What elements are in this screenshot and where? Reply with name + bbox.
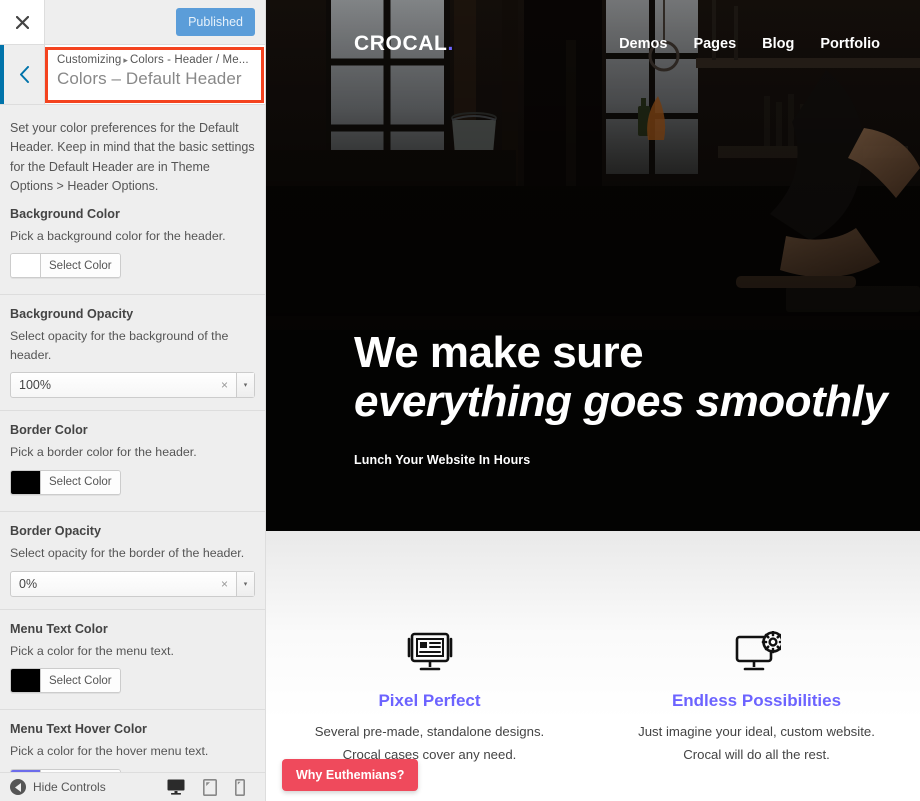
customizer-footer: Hide Controls xyxy=(0,772,265,801)
feature-title: Endless Possibilities xyxy=(671,691,842,710)
control-help: Select opacity for the border of the hea… xyxy=(10,545,245,560)
features-section: Pixel Perfect Several pre-made, standalo… xyxy=(266,531,920,801)
hero-section: CROCAL. Demos Pages Blog Portfolio We ma… xyxy=(266,0,920,531)
panel-titles: Customizing ▸ Colors - Header / Me... Colo… xyxy=(45,45,265,104)
control-label: Background Opacity xyxy=(10,307,134,322)
control-label: Background Color xyxy=(10,206,120,221)
nav-item-demos[interactable]: Demos xyxy=(619,36,667,52)
feature-line-1: Just imagine your ideal, custom website. xyxy=(638,724,875,739)
feature-endless-possibilities: Endless Possibilities Just imagine your … xyxy=(593,629,920,801)
background-opacity-select[interactable]: 100% × ▾ xyxy=(10,372,255,399)
control-label: Border Color xyxy=(10,423,88,438)
control-help: Pick a color for the menu text. xyxy=(10,643,174,658)
hero-headline-line2: everything goes smoothly xyxy=(354,376,888,426)
tablet-icon[interactable] xyxy=(203,778,217,796)
control-help: Pick a background color for the header. xyxy=(10,228,226,243)
color-swatch xyxy=(11,470,41,494)
color-swatch xyxy=(11,254,41,278)
control-border-opacity: Border Opacity Select opacity for the bo… xyxy=(0,524,265,610)
chevron-down-icon[interactable]: ▾ xyxy=(236,571,254,596)
breadcrumb-separator-icon: ▸ xyxy=(123,55,128,65)
why-euthemians-button[interactable]: Why Euthemians? xyxy=(282,759,419,791)
clear-icon[interactable]: × xyxy=(213,577,236,591)
control-border-color: Border Color Pick a border color for the… xyxy=(0,423,265,512)
nav-item-blog[interactable]: Blog xyxy=(762,36,794,52)
nav-item-pages[interactable]: Pages xyxy=(693,36,736,52)
hero-headline-line1: We make sure xyxy=(354,328,644,377)
customizer-panel-header: Customizing ▸ Colors - Header / Me... Colo… xyxy=(0,45,265,105)
control-background-opacity: Background Opacity Select opacity for th… xyxy=(0,307,265,412)
page-title: Colors – Default Header xyxy=(57,69,242,88)
select-color-label: Select Color xyxy=(41,470,120,494)
menu-text-color-picker[interactable]: Select Color xyxy=(10,668,121,694)
control-help: Pick a border color for the header. xyxy=(10,445,197,460)
hide-controls-button[interactable]: Hide Controls xyxy=(10,779,106,795)
control-help: Select opacity for the background of the… xyxy=(10,329,229,362)
select-color-label: Select Color xyxy=(41,254,120,278)
feature-line-1: Several pre-made, standalone designs. xyxy=(314,724,545,739)
collapse-arrow-icon xyxy=(10,779,26,795)
panel-description: Set your color preferences for the Defau… xyxy=(10,121,255,194)
monitor-gear-icon xyxy=(603,629,910,677)
control-background-color: Background Color Pick a background color… xyxy=(0,207,265,296)
mobile-icon[interactable] xyxy=(235,778,245,796)
breadcrumb-current: Colors - Header / Me... xyxy=(130,54,249,66)
hide-controls-label: Hide Controls xyxy=(33,780,106,794)
hero-subtitle: Lunch Your Website In Hours xyxy=(354,453,531,468)
color-swatch xyxy=(11,669,41,693)
feature-line-2: Crocal will do all the rest. xyxy=(683,747,830,762)
desktop-icon[interactable] xyxy=(167,779,185,795)
back-chevron-icon[interactable] xyxy=(0,45,45,104)
breadcrumb-prefix: Customizing xyxy=(57,54,122,66)
control-label: Border Opacity xyxy=(10,523,101,538)
customizer-sidebar: Published Customizing ▸ Colors - Header / … xyxy=(0,0,266,801)
control-help: Pick a color for the hover menu text. xyxy=(10,744,209,759)
control-label: Menu Text Hover Color xyxy=(10,722,147,737)
site-navigation: Demos Pages Blog Portfolio xyxy=(619,36,880,52)
control-label: Menu Text Color xyxy=(10,621,108,636)
site-preview: CROCAL. Demos Pages Blog Portfolio We ma… xyxy=(266,0,920,801)
selected-value: 100% xyxy=(19,378,51,393)
background-color-picker[interactable]: Select Color xyxy=(10,253,121,279)
hero-copy: We make sure everything goes smoothly Lu… xyxy=(354,328,888,468)
nav-item-portfolio[interactable]: Portfolio xyxy=(820,36,880,52)
monitor-layout-icon xyxy=(276,629,583,677)
publish-button[interactable]: Published xyxy=(176,8,255,36)
breadcrumb: Customizing ▸ Colors - Header / Me... xyxy=(57,54,253,66)
customizer-topbar: Published xyxy=(0,0,265,45)
border-opacity-select[interactable]: 0% × ▾ xyxy=(10,570,255,597)
customizer-controls-list: Set your color preferences for the Defau… xyxy=(0,105,265,772)
site-logo[interactable]: CROCAL. xyxy=(354,32,454,56)
feature-title: Pixel Perfect xyxy=(378,691,481,710)
select-color-label: Select Color xyxy=(41,669,120,693)
control-menu-text-color: Menu Text Color Pick a color for the men… xyxy=(0,622,265,711)
border-color-picker[interactable]: Select Color xyxy=(10,469,121,495)
chevron-down-icon[interactable]: ▾ xyxy=(236,373,254,398)
device-preview-switcher xyxy=(167,778,255,796)
selected-value: 0% xyxy=(19,576,38,591)
customizer-app: Published Customizing ▸ Colors - Header / … xyxy=(0,0,920,801)
clear-icon[interactable]: × xyxy=(213,378,236,392)
site-header: CROCAL. Demos Pages Blog Portfolio xyxy=(266,0,920,88)
close-icon[interactable] xyxy=(0,0,45,44)
control-menu-text-hover-color: Menu Text Hover Color Pick a color for t… xyxy=(0,722,265,772)
logo-text: CROCAL xyxy=(354,32,448,55)
logo-dot-icon: . xyxy=(447,32,454,55)
